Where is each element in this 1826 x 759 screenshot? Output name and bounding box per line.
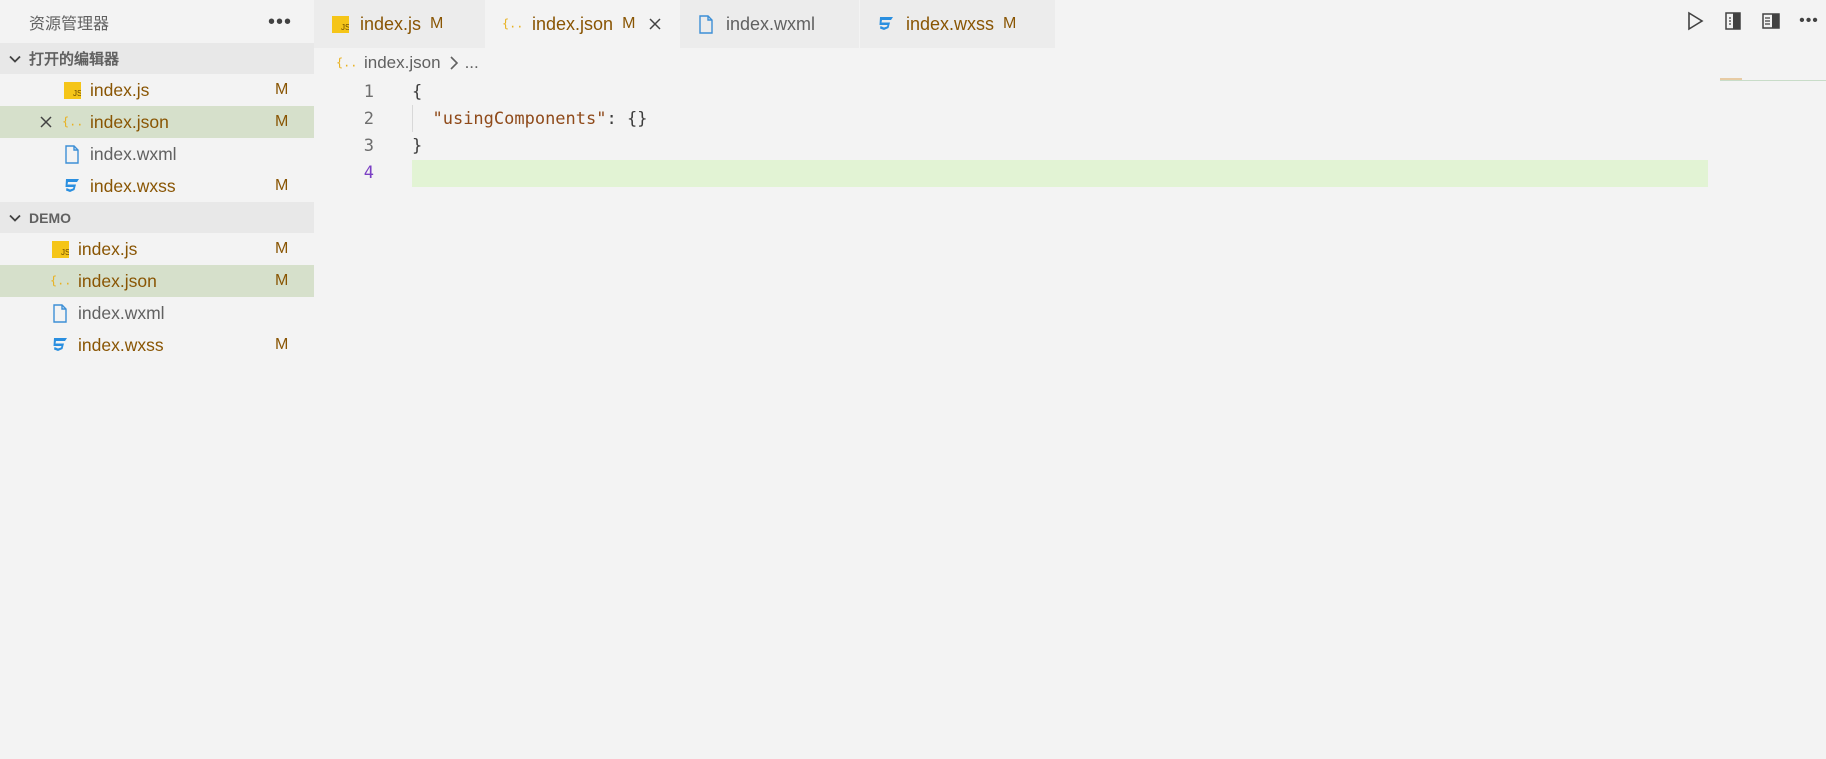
modified-badge: M: [275, 272, 289, 289]
modified-badge: M: [275, 240, 289, 257]
code-text: {: [412, 81, 423, 102]
chevron-right-icon: [449, 56, 459, 70]
svg-text:{..}: {..}: [62, 115, 82, 129]
open-editor-item-index-wxss[interactable]: index.wxss M: [0, 170, 314, 202]
code-line: 1 {: [314, 78, 1826, 105]
modified-badge: M: [275, 81, 289, 98]
json-key: "usingComponents": [432, 108, 607, 129]
file-icon: [62, 144, 82, 164]
minimap-line: [1720, 78, 1742, 80]
folder-section: DEMO JS index.js M {..} index.json M: [0, 202, 314, 361]
open-editor-label: index.js: [90, 79, 150, 100]
js-file-icon: JS: [50, 239, 70, 259]
line-number: 1: [363, 81, 374, 102]
tab-label: index.js: [360, 13, 422, 34]
open-editor-label: index.wxml: [90, 143, 177, 164]
open-editors-header[interactable]: 打开的编辑器: [0, 43, 314, 74]
breadcrumb-more[interactable]: ...: [465, 53, 479, 73]
explorer-title: 资源管理器: [29, 15, 110, 33]
open-editor-item-index-js[interactable]: JS index.js M: [0, 74, 314, 106]
tab-index-json[interactable]: {..} index.json M: [486, 0, 680, 48]
chevron-down-icon: [6, 209, 24, 227]
compare-icon[interactable]: [1722, 10, 1744, 32]
js-file-icon: JS: [330, 14, 350, 34]
breadcrumb: {..} index.json ...: [336, 52, 479, 74]
open-editor-label: index.wxss: [90, 175, 176, 196]
file-label: index.wxss: [78, 334, 164, 355]
explorer-sidebar: 资源管理器 ••• 打开的编辑器 JS index.js M {. index.…: [0, 0, 314, 759]
close-icon[interactable]: [646, 15, 664, 33]
app-window: 资源管理器 ••• 打开的编辑器 JS index.js M {. index.…: [0, 0, 1826, 759]
json-file-icon: {..}: [62, 112, 82, 132]
file-item-index-js[interactable]: JS index.js M: [0, 233, 314, 265]
tab-index-wxml[interactable]: index.wxml: [680, 0, 860, 48]
code-line: 3 }: [314, 132, 1826, 159]
svg-text:JS: JS: [341, 23, 349, 32]
json-file-icon: {..}: [50, 271, 70, 291]
json-value: : {}: [606, 108, 648, 129]
open-editor-item-index-wxml[interactable]: index.wxml: [0, 138, 314, 170]
breadcrumb-file[interactable]: index.json: [364, 53, 441, 73]
explorer-header: 资源管理器 •••: [0, 0, 314, 43]
svg-text:{..}: {..}: [336, 56, 356, 70]
svg-text:{..}: {..}: [50, 274, 70, 288]
modified-badge: M: [430, 15, 444, 32]
file-item-index-wxss[interactable]: index.wxss M: [0, 329, 314, 361]
run-icon[interactable]: [1684, 10, 1706, 32]
svg-text:{..}: {..}: [502, 17, 522, 31]
line-number: 3: [363, 135, 374, 156]
modified-badge: M: [275, 336, 289, 353]
code-text: "usingComponents": {}: [412, 109, 647, 129]
json-file-icon: {..}: [502, 14, 522, 34]
json-file-icon: {..}: [336, 53, 356, 73]
tab-label: index.wxml: [726, 13, 816, 34]
code-editor[interactable]: 1 { 2 "usingComponents": {} 3 } 4: [314, 78, 1826, 759]
folder-header[interactable]: DEMO: [0, 202, 314, 233]
open-editors-section: 打开的编辑器 JS index.js M {..} index.json M: [0, 43, 314, 202]
folder-label: DEMO: [29, 209, 71, 226]
file-item-index-json[interactable]: {..} index.json M: [0, 265, 314, 297]
file-label: index.js: [78, 238, 138, 259]
modified-badge: M: [622, 15, 636, 32]
tab-label: index.json: [532, 13, 614, 34]
css-file-icon: [50, 335, 70, 355]
open-editor-label: index.json: [90, 111, 169, 132]
modified-badge: M: [275, 113, 289, 130]
file-label: index.json: [78, 270, 157, 291]
svg-text:JS: JS: [73, 89, 81, 98]
editor-actions: •••: [1684, 10, 1826, 32]
open-editors-label: 打开的编辑器: [29, 51, 120, 68]
css-file-icon: [62, 176, 82, 196]
tab-label: index.wxss: [906, 13, 995, 34]
more-horizontal-icon[interactable]: •••: [268, 12, 292, 32]
editor-tabs: JS index.js M {..} index.json M index.wx…: [314, 0, 1056, 48]
code-text: }: [412, 135, 423, 156]
tab-index-js[interactable]: JS index.js M: [314, 0, 486, 48]
line-number: 2: [363, 108, 374, 129]
file-icon: [696, 14, 716, 34]
chevron-down-icon: [6, 50, 24, 68]
file-icon: [50, 303, 70, 323]
more-actions-icon[interactable]: •••: [1798, 10, 1820, 32]
js-file-icon: JS: [62, 80, 82, 100]
code-line: 2 "usingComponents": {}: [314, 105, 1826, 132]
file-item-index-wxml[interactable]: index.wxml: [0, 297, 314, 329]
tab-index-wxss[interactable]: index.wxss M: [860, 0, 1056, 48]
css-file-icon: [876, 14, 896, 34]
line-number: 4: [363, 162, 374, 183]
split-editor-icon[interactable]: [1760, 10, 1782, 32]
minimap[interactable]: [1720, 80, 1826, 83]
modified-badge: M: [1003, 15, 1017, 32]
open-editor-item-index-json[interactable]: {..} index.json M: [0, 106, 314, 138]
file-label: index.wxml: [78, 302, 165, 323]
modified-badge: M: [275, 177, 289, 194]
code-line: 4: [314, 159, 1826, 186]
close-icon[interactable]: [38, 114, 54, 130]
svg-text:JS: JS: [61, 248, 69, 257]
